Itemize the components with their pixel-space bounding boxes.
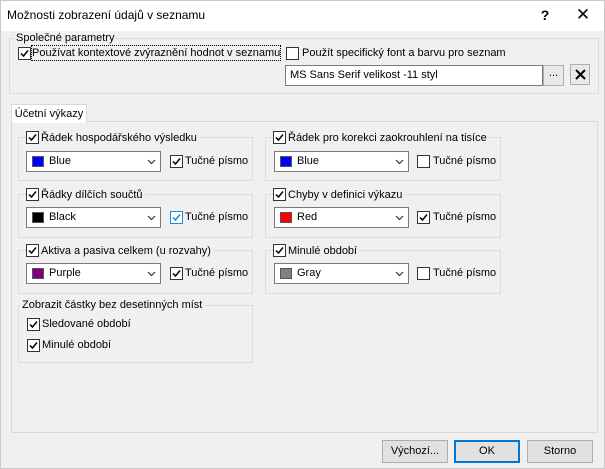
previous-period-checkbox[interactable] <box>273 244 286 257</box>
profit-row-color-select[interactable]: Blue <box>26 151 161 172</box>
check-icon <box>275 191 284 199</box>
check-icon <box>172 270 181 278</box>
clear-font-button[interactable] <box>570 64 590 85</box>
definition-errors-checkbox[interactable] <box>273 188 286 201</box>
help-button[interactable]: ? <box>532 3 558 27</box>
window-title: Možnosti zobrazení údajů v seznamu <box>7 8 206 22</box>
color-swatch <box>280 268 292 279</box>
check-icon <box>275 134 284 142</box>
subtotals-label: Řádky dílčích součtů <box>39 188 145 202</box>
check-icon <box>29 321 38 329</box>
decimals-legend: Zobrazit částky bez desetinných míst <box>20 299 205 311</box>
previous-period-decimals-label: Minulé období <box>42 339 112 351</box>
color-select-value: Gray <box>297 267 321 279</box>
color-swatch <box>32 268 44 279</box>
specific-font-checkbox[interactable] <box>286 47 299 60</box>
context-highlight-checkbox[interactable] <box>18 47 31 60</box>
profit-row-label: Řádek hospodářského výsledku <box>39 131 199 145</box>
check-icon <box>28 134 37 142</box>
title-bar: Možnosti zobrazení údajů v seznamu ? ✕ <box>1 1 604 31</box>
subtotals-bold-label: Tučné písmo <box>185 211 249 223</box>
assets-liabilities-label: Aktiva a pasiva celkem (u rozvahy) <box>39 244 213 258</box>
color-swatch <box>280 156 292 167</box>
color-select-value: Purple <box>49 267 81 279</box>
color-select-value: Blue <box>297 155 320 167</box>
browse-font-button[interactable]: ... <box>543 65 564 86</box>
defaults-button[interactable]: Výchozí... <box>382 440 448 463</box>
dialog-window: Možnosti zobrazení údajů v seznamu ? ✕ S… <box>0 0 605 469</box>
common-params-legend: Společné parametry <box>14 32 117 44</box>
ok-button[interactable]: OK <box>454 440 520 463</box>
rounding-row-bold-checkbox[interactable] <box>417 155 430 168</box>
chevron-down-icon <box>147 159 156 165</box>
check-icon <box>28 191 37 199</box>
tracked-period-checkbox[interactable] <box>27 318 40 331</box>
profit-row-checkbox[interactable] <box>26 131 39 144</box>
cancel-button[interactable]: Storno <box>527 440 593 463</box>
definition-errors-label: Chyby v definici výkazu <box>286 188 405 202</box>
font-field[interactable]: MS Sans Serif velikost -11 styl <box>285 65 543 86</box>
profit-row-bold-label: Tučné písmo <box>185 155 249 167</box>
decimals-group <box>18 305 253 363</box>
specific-font-label[interactable]: Použít specifický font a barvu pro sezna… <box>302 46 506 60</box>
color-select-value: Blue <box>49 155 72 167</box>
rounding-row-bold-label: Tučné písmo <box>433 155 497 167</box>
previous-period-decimals-checkbox[interactable] <box>27 339 40 352</box>
chevron-down-icon <box>395 271 404 277</box>
assets-liabilities-bold-checkbox[interactable] <box>170 267 183 280</box>
chevron-down-icon <box>395 159 404 165</box>
close-button[interactable]: ✕ <box>567 3 599 27</box>
check-icon <box>20 50 29 58</box>
previous-period-color-select[interactable]: Gray <box>274 263 409 284</box>
check-icon <box>28 247 37 255</box>
check-icon <box>419 214 428 222</box>
chevron-down-icon <box>395 215 404 221</box>
check-icon <box>275 247 284 255</box>
context-highlight-label[interactable]: Používat kontextové zvýraznění hodnot v … <box>30 45 282 61</box>
rounding-row-label: Řádek pro korekci zaokrouhlení na tisíce <box>286 131 489 145</box>
profit-row-bold-checkbox[interactable] <box>170 155 183 168</box>
definition-errors-color-select[interactable]: Red <box>274 207 409 228</box>
color-select-value: Black <box>49 211 76 223</box>
tracked-period-label: Sledované období <box>42 318 131 330</box>
tab-accounting-statements[interactable]: Účetní výkazy <box>11 104 87 123</box>
subtotals-bold-checkbox[interactable] <box>170 211 183 224</box>
assets-liabilities-color-select[interactable]: Purple <box>26 263 161 284</box>
assets-liabilities-bold-label: Tučné písmo <box>185 267 249 279</box>
rounding-row-checkbox[interactable] <box>273 131 286 144</box>
previous-period-bold-checkbox[interactable] <box>417 267 430 280</box>
color-swatch <box>280 212 292 223</box>
previous-period-bold-label: Tučné písmo <box>433 267 497 279</box>
color-select-value: Red <box>297 211 318 223</box>
check-icon <box>172 214 181 222</box>
check-icon <box>172 158 181 166</box>
x-icon <box>575 69 586 80</box>
check-icon <box>29 342 38 350</box>
assets-liabilities-checkbox[interactable] <box>26 244 39 257</box>
color-swatch <box>32 212 44 223</box>
definition-errors-bold-checkbox[interactable] <box>417 211 430 224</box>
chevron-down-icon <box>147 271 156 277</box>
previous-period-label: Minulé období <box>286 244 360 258</box>
subtotals-color-select[interactable]: Black <box>26 207 161 228</box>
color-swatch <box>32 156 44 167</box>
rounding-row-color-select[interactable]: Blue <box>274 151 409 172</box>
definition-errors-bold-label: Tučné písmo <box>433 211 497 223</box>
subtotals-checkbox[interactable] <box>26 188 39 201</box>
chevron-down-icon <box>147 215 156 221</box>
